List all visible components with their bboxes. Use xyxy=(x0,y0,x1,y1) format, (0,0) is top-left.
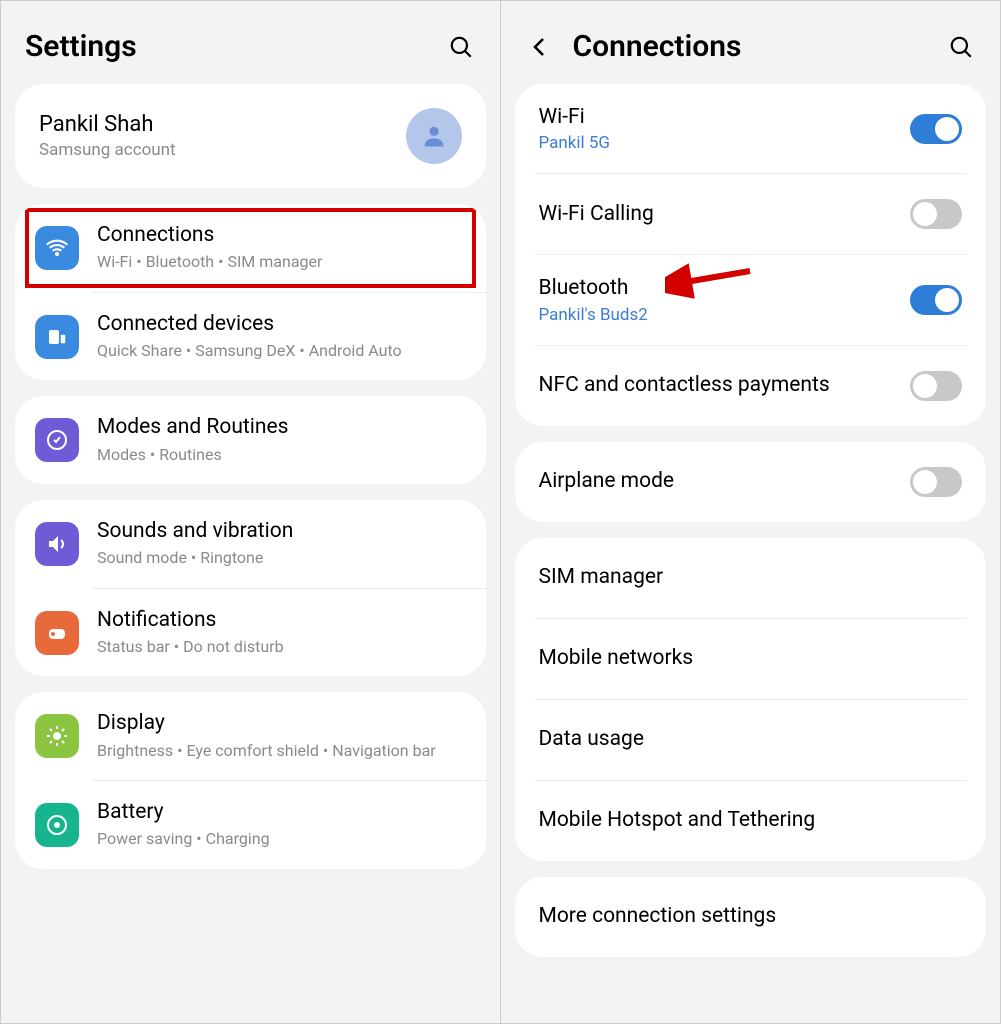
settings-item-battery[interactable]: BatteryPower saving • Charging xyxy=(15,781,486,869)
connections-item-wi-fi-calling[interactable]: Wi-Fi Calling xyxy=(515,174,987,254)
connections-group: More connection settings xyxy=(515,877,987,957)
connections-item-sim-manager[interactable]: SIM manager xyxy=(515,538,987,618)
display-icon xyxy=(35,714,79,758)
search-button[interactable] xyxy=(446,32,476,62)
wifi-icon xyxy=(35,226,79,270)
connections-group: SIM manager Mobile networks Data usage Mobi… xyxy=(515,538,987,861)
settings-screen: Settings Pankil Shah Samsung account Con… xyxy=(1,1,501,1023)
chevron-left-icon xyxy=(528,35,552,59)
item-subtitle: Pankil's Buds2 xyxy=(539,305,911,325)
item-title: Sounds and vibration xyxy=(97,518,466,545)
notifications-icon xyxy=(35,611,79,655)
toggle-switch[interactable] xyxy=(910,114,962,144)
item-subtitle: Power saving • Charging xyxy=(97,828,466,850)
settings-item-connections[interactable]: ConnectionsWi-Fi • Bluetooth • SIM manag… xyxy=(15,204,486,292)
settings-item-notifications[interactable]: NotificationsStatus bar • Do not disturb xyxy=(15,589,486,677)
item-title: Display xyxy=(97,710,466,737)
item-title: Wi-Fi Calling xyxy=(539,201,911,228)
connections-item-more-connection-settings[interactable]: More connection settings xyxy=(515,877,987,957)
search-button[interactable] xyxy=(946,32,976,62)
toggle-switch[interactable] xyxy=(910,199,962,229)
connections-group: Wi-FiPankil 5G Wi-Fi Calling Bluetooth Pank… xyxy=(515,84,987,426)
item-title: Connected devices xyxy=(97,311,466,338)
item-title: Notifications xyxy=(97,607,466,634)
routines-icon xyxy=(35,418,79,462)
item-title: More connection settings xyxy=(539,903,963,930)
settings-item-sounds-and-vibration[interactable]: Sounds and vibrationSound mode • Rington… xyxy=(15,500,486,588)
settings-item-connected-devices[interactable]: Connected devicesQuick Share • Samsung D… xyxy=(15,293,486,381)
item-title: SIM manager xyxy=(539,564,963,591)
item-title: Mobile networks xyxy=(539,645,963,672)
item-title: Mobile Hotspot and Tethering xyxy=(539,807,963,834)
connections-group: Airplane mode xyxy=(515,442,987,522)
item-title: Wi-Fi xyxy=(539,104,911,131)
item-title: Bluetooth xyxy=(539,275,911,302)
connections-item-data-usage[interactable]: Data usage xyxy=(515,700,987,780)
settings-item-display[interactable]: Display Brightness • Eye comfort shield •… xyxy=(15,692,486,780)
settings-group: Display Brightness • Eye comfort shield •… xyxy=(15,692,486,868)
item-title: Data usage xyxy=(539,726,963,753)
item-subtitle: Quick Share • Samsung DeX • Android Auto xyxy=(97,340,466,362)
item-subtitle: Modes • Routines xyxy=(97,444,466,466)
toggle-switch[interactable] xyxy=(910,371,962,401)
toggle-switch[interactable] xyxy=(910,467,962,497)
sound-icon xyxy=(35,522,79,566)
connections-item-mobile-hotspot-and-tethering[interactable]: Mobile Hotspot and Tethering xyxy=(515,781,987,861)
search-icon xyxy=(948,34,974,60)
battery-icon xyxy=(35,803,79,847)
item-subtitle: Sound mode • Ringtone xyxy=(97,547,466,569)
connections-header: Connections xyxy=(501,1,1001,84)
item-subtitle: Wi-Fi • Bluetooth • SIM manager xyxy=(97,251,466,273)
item-title: Airplane mode xyxy=(539,468,911,495)
account-sub: Samsung account xyxy=(39,140,406,160)
item-title: NFC and contactless payments xyxy=(539,372,911,399)
settings-group: ConnectionsWi-Fi • Bluetooth • SIM manag… xyxy=(15,204,486,380)
page-title: Connections xyxy=(573,29,947,64)
connections-item-nfc-and-contactless-payments[interactable]: NFC and contactless payments xyxy=(515,346,987,426)
avatar[interactable] xyxy=(406,108,462,164)
item-title: Battery xyxy=(97,799,466,826)
page-title: Settings xyxy=(25,29,446,64)
settings-group: Sounds and vibrationSound mode • Rington… xyxy=(15,500,486,676)
item-subtitle: Status bar • Do not disturb xyxy=(97,636,466,658)
user-icon xyxy=(420,122,448,150)
connections-item-airplane-mode[interactable]: Airplane mode xyxy=(515,442,987,522)
account-card[interactable]: Pankil Shah Samsung account xyxy=(15,84,486,188)
item-title: Connections xyxy=(97,222,466,249)
account-name: Pankil Shah xyxy=(39,112,406,137)
connections-screen: Connections Wi-FiPankil 5G Wi-Fi Calling B… xyxy=(501,1,1001,1023)
connections-item-bluetooth[interactable]: Bluetooth Pankil's Buds2 xyxy=(515,255,987,344)
item-title: Modes and Routines xyxy=(97,414,466,441)
item-subtitle: Pankil 5G xyxy=(539,133,911,153)
settings-group: Modes and Routines Modes • Routines xyxy=(15,396,486,484)
connections-item-wi-fi[interactable]: Wi-FiPankil 5G xyxy=(515,84,987,173)
search-icon xyxy=(448,34,474,60)
item-subtitle: Brightness • Eye comfort shield • Naviga… xyxy=(97,740,466,762)
settings-item-modes-and-routines[interactable]: Modes and Routines Modes • Routines xyxy=(15,396,486,484)
connections-item-mobile-networks[interactable]: Mobile networks xyxy=(515,619,987,699)
settings-header: Settings xyxy=(1,1,500,84)
back-button[interactable] xyxy=(525,32,555,62)
toggle-switch[interactable] xyxy=(910,285,962,315)
devices-icon xyxy=(35,315,79,359)
